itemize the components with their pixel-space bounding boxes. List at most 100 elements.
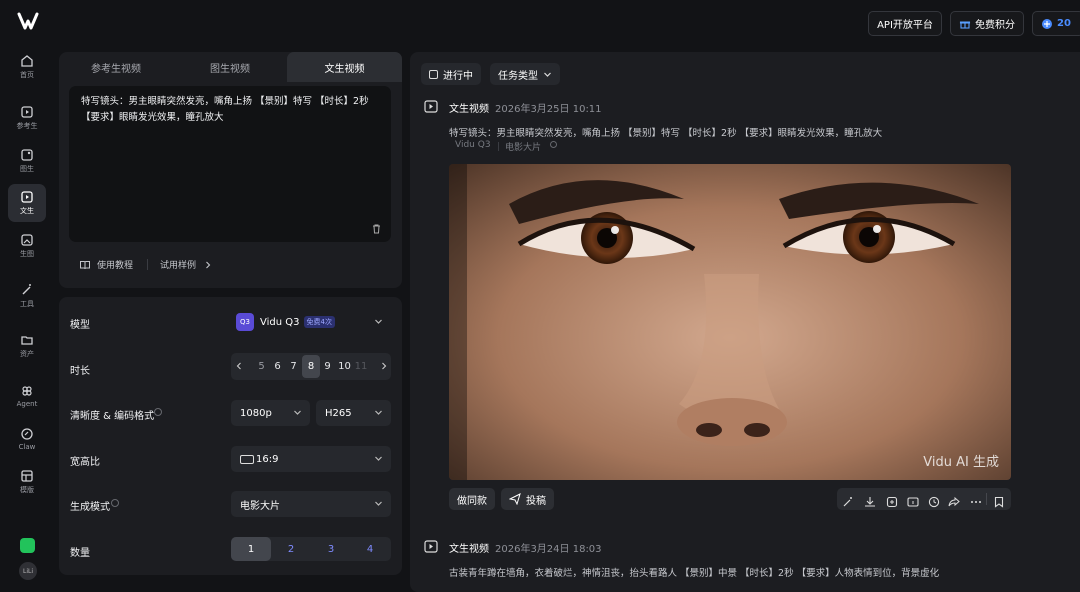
extend-icon[interactable]: [886, 493, 898, 508]
sidebar-item-reference[interactable]: 参考生: [8, 99, 46, 137]
chevron-right-icon: [206, 261, 211, 268]
video-player[interactable]: Vidu AI 生成: [449, 164, 1011, 480]
ratio-select[interactable]: 16:9: [231, 446, 391, 472]
examples-link[interactable]: 试用样例: [160, 258, 212, 271]
submit-post-label: 投稿: [526, 495, 546, 507]
text-video-icon: [21, 191, 33, 203]
clock-icon[interactable]: [928, 493, 940, 508]
tab-label: 图生视频: [210, 63, 250, 75]
codec-select[interactable]: H265: [316, 400, 391, 426]
download-icon[interactable]: [864, 493, 876, 507]
info-icon[interactable]: [154, 408, 162, 416]
model-logo-icon: Q3: [236, 313, 254, 331]
sidebar-item-image[interactable]: 图生: [8, 142, 46, 180]
tab-image-video[interactable]: 图生视频: [173, 52, 287, 82]
chevron-down-icon: [375, 410, 382, 415]
ratio-value: 16:9: [256, 453, 279, 465]
info-icon[interactable]: [111, 499, 119, 507]
task-prompt: 特写镜头：男主眼睛突然发亮，嘴角上扬 【景别】特写 【时长】2秒 【要求】眼睛发…: [449, 128, 883, 139]
duration-option[interactable]: 9: [321, 355, 334, 378]
divider: [147, 259, 148, 270]
chevron-right-icon[interactable]: [380, 362, 388, 370]
mode-label: 生成模式: [70, 502, 110, 513]
count-option-selected[interactable]: 1: [231, 537, 271, 561]
ratio-label: 宽高比: [70, 457, 100, 468]
task-mode: 电影大片: [505, 143, 542, 153]
free-points-label: 免费积分: [975, 20, 1015, 31]
credits-button[interactable]: 20: [1032, 11, 1080, 36]
duration-option[interactable]: 10: [336, 355, 353, 378]
trash-icon[interactable]: [371, 223, 382, 234]
sidebar-item-agent[interactable]: Agent: [8, 377, 46, 415]
duration-option[interactable]: 7: [287, 355, 300, 378]
count-option-label: 4: [366, 543, 374, 555]
submit-post-button[interactable]: 投稿: [501, 488, 554, 510]
chevron-down-icon: [375, 319, 382, 324]
make-same-button[interactable]: 做同款: [449, 488, 495, 510]
duration-option-label: 6: [274, 361, 281, 372]
video-frame: [449, 164, 1011, 480]
credit-coin-icon: [1042, 18, 1052, 29]
share-icon[interactable]: [948, 493, 960, 507]
sidebar-item-claw[interactable]: Claw: [8, 420, 46, 458]
codec-value: H265: [325, 407, 352, 419]
template-icon: [21, 470, 33, 482]
model-free-badge: 免费4次: [303, 316, 335, 328]
in-progress-label: 进行中: [443, 70, 473, 82]
model-select[interactable]: Q3 Vidu Q3 免费4次: [231, 309, 391, 335]
duration-option-label: 8: [307, 361, 315, 372]
duration-option-selected[interactable]: 8: [302, 355, 320, 378]
duration-option[interactable]: 11: [354, 355, 368, 378]
text-video-icon: [424, 540, 438, 553]
video-watermark: Vidu AI 生成: [923, 455, 999, 470]
count-option[interactable]: 4: [350, 537, 390, 561]
sidebar-item-label: 工具: [20, 300, 34, 308]
sidebar-item-assets[interactable]: 资产: [8, 327, 46, 365]
send-icon: [509, 493, 521, 505]
count-option[interactable]: 2: [271, 537, 311, 561]
wechat-icon[interactable]: [20, 538, 35, 553]
duration-option-label: 5: [258, 361, 265, 372]
tutorial-link[interactable]: 使用教程: [79, 258, 133, 271]
duration-option[interactable]: 5: [255, 355, 268, 378]
duration-option-label: 10: [338, 361, 351, 372]
task-model: Vidu Q3: [455, 140, 491, 150]
sidebar-item-generate-image[interactable]: 生图: [8, 227, 46, 265]
sidebar-item-home[interactable]: 首页: [8, 48, 46, 86]
sidebar-item-template[interactable]: 模版: [8, 463, 46, 501]
tutorial-label: 使用教程: [97, 261, 134, 271]
home-icon: [21, 55, 33, 67]
prompt-input[interactable]: 特写镜头：男主眼睛突然发亮，嘴角上扬 【景别】特写 【时长】2秒 【要求】眼睛发…: [69, 86, 391, 242]
duration-option[interactable]: 6: [271, 355, 284, 378]
resolution-select[interactable]: 1080p: [231, 400, 310, 426]
agent-icon: [22, 386, 32, 396]
resolution-label: 清晰度 & 编码格式: [70, 411, 155, 422]
reference-icon: [21, 106, 33, 118]
magic-wand-icon[interactable]: [842, 493, 854, 507]
bookmark-icon[interactable]: [993, 493, 1005, 508]
subtitle-icon[interactable]: [907, 493, 919, 507]
task-time: 2026年3月25日 10:11: [495, 104, 602, 115]
sidebar-item-label: Claw: [18, 443, 36, 451]
sidebar-item-label: 资产: [20, 350, 34, 358]
free-points-button[interactable]: 免费积分: [950, 11, 1024, 36]
examples-label: 试用样例: [160, 261, 197, 271]
sidebar-item-text-video[interactable]: 文生: [8, 184, 46, 222]
count-option-label: 3: [327, 543, 335, 555]
mode-select[interactable]: 电影大片: [231, 491, 391, 517]
tab-reference-video[interactable]: 参考生视频: [59, 52, 173, 82]
vidu-logo[interactable]: [16, 10, 40, 32]
sidebar-item-tools[interactable]: 工具: [8, 277, 46, 315]
more-icon[interactable]: [970, 493, 982, 505]
tab-text-video[interactable]: 文生视频: [287, 52, 402, 82]
count-option[interactable]: 3: [311, 537, 351, 561]
info-icon[interactable]: [550, 141, 557, 148]
chevron-left-icon[interactable]: [235, 362, 243, 370]
model-label: 模型: [70, 320, 90, 331]
in-progress-filter[interactable]: 进行中: [421, 63, 481, 85]
duration-option-label: 11: [354, 361, 368, 372]
api-platform-button[interactable]: API开放平台: [868, 11, 942, 36]
task-type-filter[interactable]: 任务类型: [490, 63, 560, 85]
avatar[interactable]: LiLi: [19, 562, 37, 580]
book-icon: [80, 260, 90, 269]
